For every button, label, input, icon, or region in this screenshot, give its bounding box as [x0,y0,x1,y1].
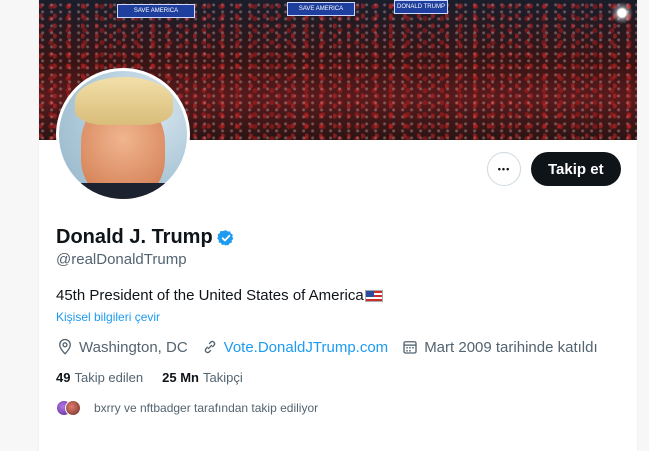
us-flag-icon [364,289,383,302]
followers-link[interactable]: 25 Mn Takipçi [162,370,243,385]
more-options-button[interactable]: ••• [487,152,521,186]
followed-by-text: bxrry ve nftbadger tarafından takip edil… [94,401,319,415]
location-text: Washington, DC [79,338,188,356]
translate-bio-link[interactable]: Kişisel bilgileri çevir [56,310,160,324]
location-icon [59,338,71,355]
verified-badge-icon[interactable] [216,229,235,247]
followers-count: 25 Mn [162,370,199,385]
name-row: Donald J. Trump [56,226,235,249]
banner-sign: SAVE AMERICA [117,4,195,18]
website-item: Vote.DonaldJTrump.com [201,338,389,356]
follower-avatar [65,400,81,416]
follow-button[interactable]: Takip et [531,152,621,186]
joined-text: Mart 2009 tarihinde katıldı [424,338,598,356]
profile-avatar[interactable] [56,68,190,202]
following-count: 49 [56,370,71,385]
banner-sign: DONALD TRUMP [394,0,448,14]
stage-light [611,2,633,24]
avatar-hair [75,77,173,125]
profile-meta: Washington, DC Vote.DonaldJTrump.com Mar… [56,338,611,356]
bio-text: 45th President of the United States of A… [56,287,364,304]
followers-label: Takipçi [202,370,243,385]
follow-stats: 49 Takip edilen 25 Mn Takipçi [56,370,262,385]
joined-item: Mart 2009 tarihinde katıldı [401,338,598,356]
avatar-shirt [67,183,179,199]
banner-sign: SAVE AMERICA [287,2,355,16]
link-icon [204,340,215,354]
website-link[interactable]: Vote.DonaldJTrump.com [224,339,389,356]
more-icon: ••• [497,164,511,174]
display-name: Donald J. Trump [56,226,213,248]
profile-bio: 45th President of the United States of A… [56,287,383,304]
following-link[interactable]: 49 Takip edilen [56,370,143,385]
location-item: Washington, DC [56,338,188,356]
avatar-photo [59,71,187,199]
profile-card: SAVE AMERICA SAVE AMERICA DONALD TRUMP •… [38,0,638,451]
following-label: Takip edilen [74,370,144,385]
calendar-icon [403,341,417,354]
username-handle: @realDonaldTrump [56,251,187,268]
followed-by-row[interactable]: bxrry ve nftbadger tarafından takip edil… [56,400,318,416]
